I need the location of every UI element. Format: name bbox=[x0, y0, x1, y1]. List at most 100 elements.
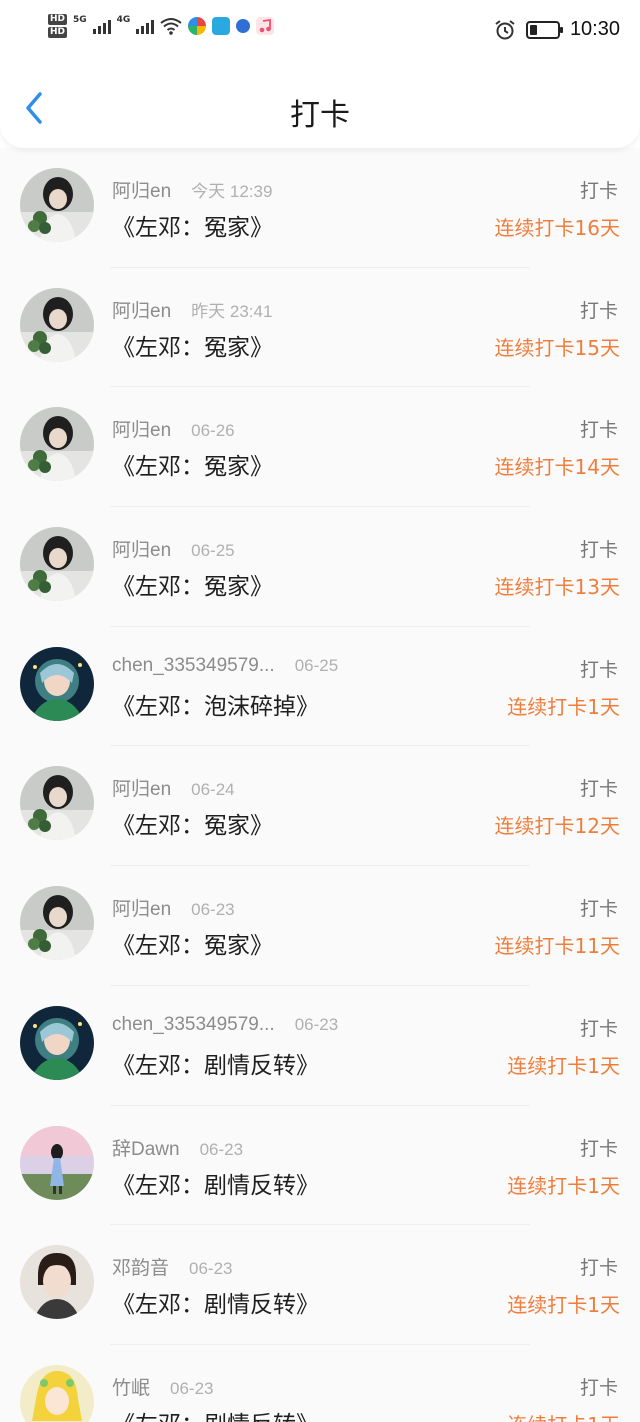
avatar[interactable] bbox=[20, 646, 94, 721]
hd-indicators: HD HD bbox=[48, 14, 68, 38]
entry-meta: 辞Dawn 06-23 bbox=[112, 1134, 243, 1161]
browser-icon bbox=[236, 19, 251, 33]
checkin-item[interactable]: 阿归en 昨天 23:41 《左邓：冤家》 打卡连续打卡15天 bbox=[0, 268, 640, 388]
wifi-icon bbox=[160, 18, 182, 35]
timestamp: 06-23 bbox=[199, 1139, 244, 1159]
book-title[interactable]: 《左邓：冤家》 bbox=[112, 567, 273, 601]
entry-meta: 阿归en 06-25 bbox=[112, 535, 235, 562]
book-title[interactable]: 《左邓：泡沫碎掉》 bbox=[112, 687, 319, 721]
entry-meta: 阿归en 昨天 23:41 bbox=[112, 296, 272, 323]
entry-meta: 阿归en 06-26 bbox=[112, 415, 235, 442]
timestamp: 昨天 23:41 bbox=[191, 301, 273, 321]
timestamp: 06-26 bbox=[191, 421, 235, 441]
avatar[interactable] bbox=[20, 1364, 94, 1422]
checkin-type-label: 打卡 bbox=[579, 539, 618, 562]
username[interactable]: 阿归en bbox=[112, 176, 171, 203]
checkin-item[interactable]: 邓韵音 06-23 《左邓：剧情反转》 打卡连续打卡1天 bbox=[0, 1225, 640, 1345]
book-title[interactable]: 《左邓：冤家》 bbox=[112, 806, 273, 840]
book-title[interactable]: 《左邓：冤家》 bbox=[112, 328, 273, 362]
checkin-type-label: 打卡 bbox=[579, 419, 618, 442]
avatar[interactable] bbox=[20, 1245, 94, 1320]
username[interactable]: 阿归en bbox=[112, 415, 171, 442]
username[interactable]: chen_335349579... bbox=[112, 1014, 275, 1036]
book-title[interactable]: 《左邓：剧情反转》 bbox=[112, 1285, 319, 1319]
checkin-type-label: 打卡 bbox=[579, 1137, 618, 1160]
streak-count: 连续打卡14天 bbox=[494, 455, 620, 480]
page-title: 打卡 bbox=[290, 98, 350, 133]
checkin-type-label: 打卡 bbox=[579, 180, 618, 202]
alarm-icon bbox=[495, 19, 515, 39]
avatar[interactable] bbox=[20, 287, 94, 362]
signal-icon bbox=[92, 18, 111, 34]
streak-count: 连续打卡12天 bbox=[494, 814, 620, 839]
username[interactable]: 阿归en bbox=[112, 894, 171, 921]
avatar[interactable] bbox=[20, 407, 94, 482]
username[interactable]: chen_335349579... bbox=[112, 655, 275, 677]
checkin-item[interactable]: 阿归en 06-23 《左邓：冤家》 打卡连续打卡11天 bbox=[0, 866, 640, 986]
hd-badge: HD bbox=[48, 14, 68, 25]
checkin-list[interactable]: 阿归en 今天 12:39 《左邓：冤家》 打卡 连续打卡16天 阿归en 昨天 23:4… bbox=[0, 148, 640, 1422]
checkin-item[interactable]: 阿归en 今天 12:39 《左邓：冤家》 打卡 连续打卡16天 bbox=[0, 148, 640, 268]
streak-count: 连续打卡1天 bbox=[507, 1053, 620, 1078]
checkin-type-label: 打卡 bbox=[579, 1257, 618, 1280]
checkin-item[interactable]: 辞Dawn 06-23 《左邓：剧情反转》 打卡连续打卡1天 bbox=[0, 1106, 640, 1226]
avatar[interactable] bbox=[20, 1005, 94, 1080]
status-time: 10:30 bbox=[569, 18, 620, 40]
username[interactable]: 阿归en bbox=[112, 296, 171, 323]
username[interactable]: 阿归en bbox=[112, 774, 171, 801]
checkin-type-label: 打卡 bbox=[579, 1017, 618, 1040]
streak-count: 连续打卡11天 bbox=[494, 934, 620, 959]
book-title[interactable]: 《左邓：剧情反转》 bbox=[112, 1405, 319, 1422]
status-left: HD HD 5G 4G bbox=[48, 14, 275, 38]
hd-badge: HD bbox=[48, 27, 68, 38]
book-title[interactable]: 《左邓：剧情反转》 bbox=[112, 1166, 319, 1200]
entry-meta: 阿归en 06-24 bbox=[112, 774, 235, 801]
entry-meta: chen_335349579... 06-23 bbox=[112, 1014, 338, 1036]
status-bar: HD HD 5G 4G 10:30 bbox=[0, 0, 640, 64]
book-title[interactable]: 《左邓：冤家》 bbox=[112, 447, 273, 481]
checkin-type-label: 打卡 bbox=[579, 299, 618, 322]
username[interactable]: 竹岷 bbox=[112, 1373, 150, 1400]
streak-count: 连续打卡13天 bbox=[494, 575, 620, 600]
avatar[interactable] bbox=[20, 1125, 94, 1200]
music-icon bbox=[256, 17, 275, 35]
checkin-item[interactable]: chen_335349579... 06-23 《左邓：剧情反转》 打卡连续打卡1天 bbox=[0, 986, 640, 1106]
checkin-type-label: 打卡 bbox=[579, 1376, 618, 1399]
avatar[interactable] bbox=[20, 886, 94, 961]
username[interactable]: 阿归en bbox=[112, 535, 171, 562]
avatar[interactable] bbox=[20, 766, 94, 841]
username[interactable]: 辞Dawn bbox=[112, 1134, 180, 1161]
signal-icon bbox=[136, 18, 155, 34]
book-title[interactable]: 《左邓：剧情反转》 bbox=[112, 1046, 319, 1080]
app-icon bbox=[188, 17, 207, 35]
book-title[interactable]: 《左邓：冤家》 bbox=[112, 926, 273, 960]
avatar[interactable] bbox=[20, 168, 94, 242]
checkin-item[interactable]: 竹岷 06-23 《左邓：剧情反转》 打卡连续打卡1天 bbox=[0, 1345, 640, 1422]
entry-meta: 阿归en 今天 12:39 bbox=[112, 176, 272, 203]
book-title[interactable]: 《左邓：冤家》 bbox=[112, 208, 273, 242]
streak-count: 连续打卡1天 bbox=[507, 1173, 620, 1198]
avatar[interactable] bbox=[20, 527, 94, 602]
timestamp: 06-23 bbox=[191, 900, 235, 920]
battery-icon bbox=[525, 20, 563, 39]
streak-count: 连续打卡1天 bbox=[507, 1409, 620, 1422]
status-right: 10:30 bbox=[494, 18, 620, 41]
entry-meta: 阿归en 06-23 bbox=[112, 894, 235, 921]
username[interactable]: 邓韵音 bbox=[112, 1253, 169, 1280]
timestamp: 06-24 bbox=[191, 780, 235, 800]
checkin-item[interactable]: 阿归en 06-26 《左邓：冤家》 打卡连续打卡14天 bbox=[0, 387, 640, 508]
timestamp: 06-23 bbox=[294, 1014, 339, 1034]
entry-meta: 邓韵音 06-23 bbox=[112, 1253, 233, 1280]
title-bar: 打卡 bbox=[0, 64, 640, 148]
streak-count: 连续打卡15天 bbox=[494, 335, 620, 360]
timestamp: 06-23 bbox=[189, 1259, 233, 1279]
entry-meta: chen_335349579... 06-25 bbox=[112, 655, 338, 677]
checkin-item[interactable]: 阿归en 06-24 《左邓：冤家》 打卡 连续打卡12天 bbox=[0, 746, 640, 867]
streak-count: 连续打卡1天 bbox=[507, 1293, 620, 1318]
checkin-item[interactable]: 阿归en 06-25 《左邓：冤家》 打卡连续打卡13天 bbox=[0, 507, 640, 627]
checkin-item[interactable]: chen_335349579... 06-25 《左邓：泡沫碎掉》 打卡 连续打卡1天 bbox=[0, 627, 640, 747]
checkin-type-label: 打卡 bbox=[579, 898, 618, 921]
network-type-5g: 5G bbox=[73, 15, 87, 25]
entry-meta: 竹岷 06-23 bbox=[112, 1373, 214, 1400]
book-icon bbox=[212, 17, 231, 35]
